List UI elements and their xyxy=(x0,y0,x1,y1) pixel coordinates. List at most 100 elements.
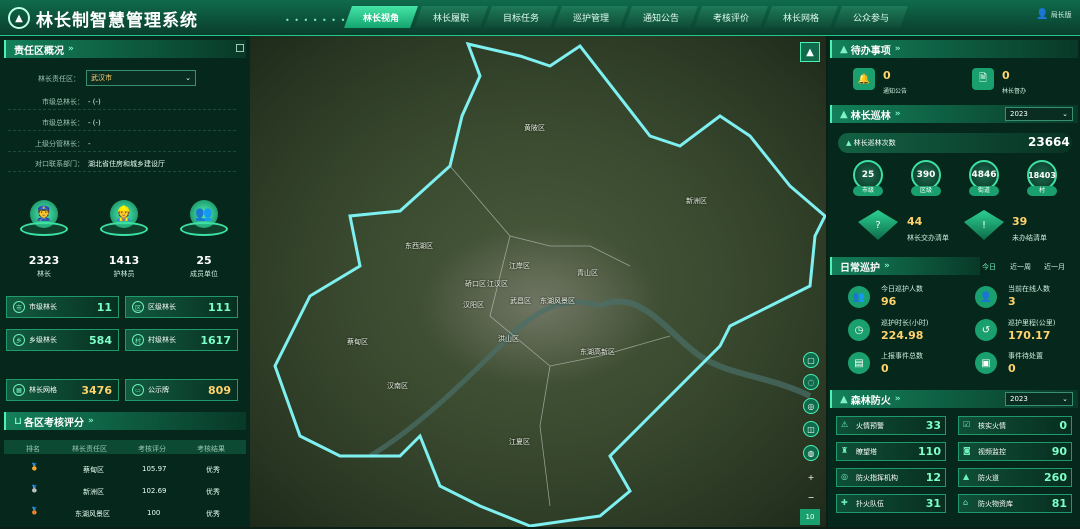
verify-icon: ☑ xyxy=(963,420,971,429)
map-label: 武昌区 xyxy=(510,297,531,305)
nav-tab-5[interactable]: 考核评价 xyxy=(694,6,768,28)
tree-icon: ▲ xyxy=(840,43,848,55)
medal-gold-icon: 🏅 xyxy=(30,463,39,471)
fire-stat[interactable]: ☑ 核实火情 0 xyxy=(958,416,1072,435)
satellite-map[interactable]: 黄陂区 新洲区 东西湖区 江岸区 青山区 硚口区 江汉区 汉阳区 武昌区 东湖风… xyxy=(250,36,827,528)
map-label: 汉南区 xyxy=(387,382,408,390)
command-icon: ◎ xyxy=(841,472,848,481)
header-decoration: • • • • • • • • xyxy=(285,16,356,25)
fire-year-select[interactable]: 2023 ⌄ xyxy=(1005,392,1073,406)
fire-stat[interactable]: ✚ 扑火队伍 31 xyxy=(836,494,946,513)
fire-stat[interactable]: ▲ 防火道 260 xyxy=(958,468,1072,487)
village-icon: 村 xyxy=(132,334,144,346)
city-icon: 市 xyxy=(13,301,25,313)
fullscreen-icon[interactable]: ▢ xyxy=(803,352,819,368)
fire-stat[interactable]: ⌂ 防火物资库 81 xyxy=(958,494,1072,513)
fire-stat[interactable]: ◎ 防火指挥机构 12 xyxy=(836,468,946,487)
info-row: 对口联系部门： 湖北省住房和城乡建设厅 xyxy=(8,157,236,172)
summary-label: 成员单位 xyxy=(190,270,218,278)
patrol-level-label: 村 xyxy=(1027,186,1057,196)
chevron-down-icon: ⌄ xyxy=(1062,395,1068,403)
daily-label: 巡护时长(小时) xyxy=(881,319,929,327)
stat-signboard[interactable]: ▭ 公示牌 809 xyxy=(125,379,238,401)
medal-silver-icon: 🥈 xyxy=(30,485,39,493)
daily-value: 0 xyxy=(881,362,889,375)
daily-title: 日常巡护» xyxy=(830,257,980,275)
todo-count: 0 xyxy=(883,69,891,82)
nav-tab-7[interactable]: 公众参与 xyxy=(834,6,908,28)
report-icon: ▤ xyxy=(848,352,870,374)
fire-stat[interactable]: ⚠ 火情预警 33 xyxy=(836,416,946,435)
tree-icon: ▲ xyxy=(840,108,848,120)
logo-icon: ▲ xyxy=(8,7,30,29)
tab-month[interactable]: 近一月 xyxy=(1044,262,1065,272)
daily-value: 224.98 xyxy=(881,329,924,342)
todo-label: 林长督办 xyxy=(1002,88,1027,95)
summary-value: 1413 xyxy=(108,254,140,267)
bell-icon[interactable]: 🔔 xyxy=(853,68,875,90)
daily-label: 事件待处置 xyxy=(1008,352,1043,360)
chart-icon: ⊔ xyxy=(14,415,22,427)
patrol-total-label: ▲ 林长巡林次数 xyxy=(846,139,896,147)
map-label: 东湖高新区 xyxy=(580,348,615,356)
medal-bronze-icon: 🥉 xyxy=(30,507,39,515)
tree-layer-icon[interactable]: ▲ xyxy=(800,42,820,62)
people-icon: 👥 xyxy=(848,286,870,308)
map-label: 新洲区 xyxy=(686,197,707,205)
tab-today[interactable]: 今日 xyxy=(982,262,996,272)
expand-icon[interactable] xyxy=(236,44,244,52)
table-cell: 东湖风景区 xyxy=(75,510,110,518)
daily-value: 96 xyxy=(881,295,897,308)
tree-icon: ▲ xyxy=(846,139,854,147)
forest-chief-ring: 👮 xyxy=(20,200,68,248)
user-menu[interactable]: 👤 局长版 xyxy=(1036,9,1072,20)
fire-stat[interactable]: ◙ 视频监控 90 xyxy=(958,442,1072,461)
member-ring: 👥 xyxy=(180,200,228,248)
stat-village-chief[interactable]: 村村级林长 1617 xyxy=(125,329,238,351)
nav-tab-6[interactable]: 林长网格 xyxy=(764,6,838,28)
warehouse-icon: ⌂ xyxy=(963,498,969,507)
zoom-out-icon[interactable]: − xyxy=(803,489,819,505)
map-label: 江岸区 xyxy=(509,262,530,270)
patrol-level-label: 市级 xyxy=(853,186,883,196)
stat-city-chief[interactable]: 市市级林长 11 xyxy=(6,296,119,318)
todo-title: ▲ 待办事项» xyxy=(830,40,1078,58)
info-row: 市级总林长： - (-) xyxy=(8,116,236,131)
globe-icon[interactable]: ◍ xyxy=(803,445,819,461)
compass-icon[interactable]: ◎ xyxy=(803,398,819,414)
map-label: 硚口区 xyxy=(465,280,486,288)
summary-label: 林长 xyxy=(37,270,51,278)
chevron-down-icon: ⌄ xyxy=(1062,110,1068,118)
zoom-in-icon[interactable]: + xyxy=(803,469,819,485)
layers-icon[interactable]: ◫ xyxy=(803,421,819,437)
zoom-level: 10 xyxy=(800,509,820,525)
nav-tab-2[interactable]: 目标任务 xyxy=(484,6,558,28)
issue-label: 未办结清单 xyxy=(1012,234,1047,242)
nav-tab-4[interactable]: 通知公告 xyxy=(624,6,698,28)
district-icon: 区 xyxy=(132,301,144,313)
fire-stat[interactable]: ♜ 瞭望塔 110 xyxy=(836,442,946,461)
table-cell: 100 xyxy=(147,509,161,517)
online-user-icon: 👤 xyxy=(975,286,997,308)
patrol-year-select[interactable]: 2023 ⌄ xyxy=(1005,107,1073,121)
firefighter-icon: ✚ xyxy=(841,498,848,507)
document-icon[interactable]: 🗎 xyxy=(972,68,994,90)
tab-week[interactable]: 近一周 xyxy=(1010,262,1031,272)
table-cell: 优秀 xyxy=(206,510,220,518)
clipboard-icon: ▣ xyxy=(975,352,997,374)
daily-label: 今日巡护人数 xyxy=(881,285,923,293)
stat-district-chief[interactable]: 区区级林长 111 xyxy=(125,296,238,318)
grid-icon: ▦ xyxy=(13,384,25,396)
map-label: 江夏区 xyxy=(509,438,530,446)
map-label: 洪山区 xyxy=(498,335,519,343)
chat-icon[interactable]: ◌ xyxy=(803,374,819,390)
nav-tab-0[interactable]: 林长视角 xyxy=(344,6,418,28)
stat-grid[interactable]: ▦ 林长网格 3476 xyxy=(6,379,119,401)
road-icon: ▲ xyxy=(963,472,970,481)
stat-town-chief[interactable]: 乡乡级林长 584 xyxy=(6,329,119,351)
table-cell: 优秀 xyxy=(206,488,220,496)
area-select[interactable]: 武汉市 ⌄ xyxy=(86,70,196,86)
daily-label: 巡护里程(公里) xyxy=(1008,319,1056,327)
nav-tab-3[interactable]: 巡护管理 xyxy=(554,6,628,28)
nav-tab-1[interactable]: 林长履职 xyxy=(414,6,488,28)
